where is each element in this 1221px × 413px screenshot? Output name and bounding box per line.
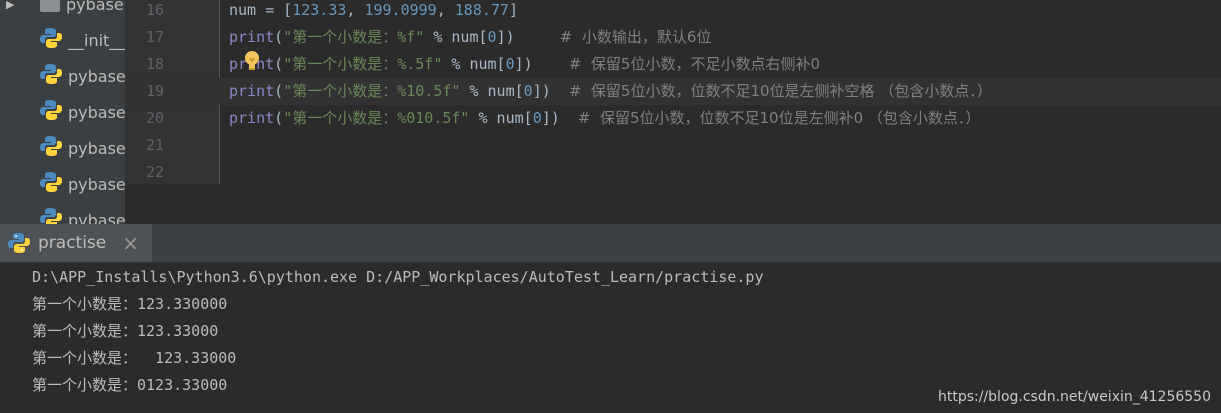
code-token-plain: , (346, 1, 365, 19)
project-tree-item-label: __init__ (68, 30, 125, 50)
lightbulb-icon[interactable] (243, 50, 261, 72)
project-tree-item-label: pybase (68, 138, 125, 158)
line-number: 22 (145, 163, 165, 181)
project-tree-item-label: pybase (68, 66, 125, 86)
project-tree-item[interactable]: pybase (0, 94, 125, 130)
console-output-line: 第一个小数是：0123.33000 (32, 376, 228, 394)
code-text: num = [123.33, 199.0999, 188.77] (229, 0, 518, 24)
code-token-num: 199.0999 (364, 1, 437, 19)
project-tree-item-label: pybase (66, 0, 124, 14)
code-token-str: "第一个小数是：%10.5f" (283, 82, 461, 100)
code-token-num: 188.77 (454, 1, 509, 19)
code-token-comment: # 保留5位小数，位数不足10位是左侧补空格 （包含小数点．） (568, 82, 992, 100)
project-tree-item[interactable]: pybase (0, 58, 125, 94)
run-tab-practise[interactable]: practise × (0, 224, 152, 262)
code-line[interactable]: 18 print("第一个小数是：%.5f" % num[0]) # 保留5位小数… (125, 51, 1221, 78)
code-token-plain: ]) (514, 55, 569, 73)
code-token-plain: num = [ (229, 1, 293, 19)
line-number: 17 (145, 28, 165, 46)
code-line[interactable]: 21 (125, 132, 1221, 159)
code-token-num: 0 (487, 28, 497, 46)
line-number: 20 (145, 109, 165, 127)
line-number: 18 (145, 55, 165, 73)
close-icon[interactable]: × (122, 233, 139, 253)
python-icon (40, 207, 62, 224)
code-line[interactable]: 22 (125, 159, 1221, 184)
code-text: print("第一个小数是：%10.5f" % num[0]) # 保留5位小数… (229, 78, 992, 105)
project-tree-item[interactable]: pybase (0, 202, 125, 224)
python-icon (8, 233, 30, 253)
code-token-plain: ]) (541, 109, 578, 127)
project-tree-item[interactable]: pybase (0, 166, 125, 202)
code-line[interactable]: 19 print("第一个小数是：%10.5f" % num[0]) # 保留5位… (125, 78, 1221, 105)
triangle-right-icon[interactable]: ▶ (6, 0, 14, 11)
code-token-plain: % num[ (469, 109, 533, 127)
code-token-plain: ]) (532, 82, 569, 100)
code-token-plain: ]) (496, 28, 560, 46)
code-token-num: 0 (505, 55, 515, 73)
code-token-comment: # 保留5位小数，位数不足10位是左侧补0 （包含小数点．） (577, 109, 981, 127)
project-tree-item[interactable]: ▶ pybase (0, 0, 125, 22)
project-tree-item-label: pybase (68, 210, 125, 225)
code-token-kw: print (229, 28, 275, 46)
run-tab-label: practise (38, 233, 107, 253)
code-token-plain: % num[ (460, 82, 524, 100)
line-number: 16 (145, 1, 165, 19)
code-token-str: "第一个小数是：%.5f" (283, 55, 443, 73)
code-editor[interactable]: 16 num = [123.33, 199.0999, 188.77] 17 prin… (125, 0, 1221, 184)
project-tree-item-label: pybase (68, 102, 125, 122)
code-token-str: "第一个小数是：%010.5f" (283, 109, 470, 127)
package-icon (40, 0, 60, 12)
code-token-plain: ( (274, 109, 284, 127)
code-token-plain: ( (274, 82, 284, 100)
console-output-line: 第一个小数是：123.33000 (32, 322, 219, 340)
python-icon (40, 63, 62, 89)
code-line[interactable]: 17 print("第一个小数是：%f" % num[0]) # 小数输出，默认6… (125, 24, 1221, 51)
code-token-kw: print (229, 82, 275, 100)
code-token-kw: print (229, 109, 275, 127)
code-token-num: 123.33 (292, 1, 347, 19)
python-icon (40, 135, 62, 161)
line-number: 19 (145, 82, 165, 100)
code-line[interactable]: 20 print("第一个小数是：%010.5f" % num[0]) # 保留5… (125, 105, 1221, 132)
python-icon (40, 99, 62, 125)
code-token-num: 0 (532, 109, 542, 127)
code-token-str: "第一个小数是：%f" (283, 28, 425, 46)
project-tree-item[interactable]: __init__ (0, 22, 125, 58)
code-token-plain: ] (508, 1, 518, 19)
code-token-comment: # 保留5位小数，不足小数点右侧补0 (568, 55, 821, 73)
project-tree: ▶ pybase __init__ pybase pybase pybase pybase p… (0, 0, 125, 224)
console-output-line: 第一个小数是：123.330000 (32, 295, 228, 313)
code-token-comment: # 小数输出，默认6位 (559, 28, 712, 46)
code-token-plain: ( (274, 55, 284, 73)
line-number: 21 (145, 136, 165, 154)
code-text: print("第一个小数是：%f" % num[0]) # 小数输出，默认6位 (229, 24, 711, 51)
code-token-plain: ( (274, 28, 284, 46)
editor-empty-area[interactable] (125, 184, 1221, 224)
code-text: print("第一个小数是：%.5f" % num[0]) # 保留5位小数，不… (229, 51, 820, 78)
watermark: https://blog.csdn.net/weixin_41256550 (937, 389, 1211, 405)
code-token-plain: , (436, 1, 455, 19)
code-token-plain: % num[ (442, 55, 506, 73)
console-output-line: 第一个小数是： 123.33000 (32, 349, 237, 367)
console-output-line: D:\APP_Installs\Python3.6\python.exe D:/… (32, 268, 764, 286)
project-tree-item[interactable]: pybase (0, 130, 125, 166)
code-text: print("第一个小数是：%010.5f" % num[0]) # 保留5位小… (229, 105, 980, 132)
code-line[interactable]: 16 num = [123.33, 199.0999, 188.77] (125, 0, 1221, 24)
code-token-num: 0 (523, 82, 533, 100)
run-tool-window-tabs: practise × (0, 224, 1221, 263)
project-tree-item-label: pybase (68, 174, 125, 194)
python-icon (40, 27, 62, 53)
python-icon (40, 171, 62, 197)
code-token-plain: % num[ (424, 28, 488, 46)
ide-window: ▶ pybase __init__ pybase pybase pybase pybase p… (0, 0, 1221, 413)
